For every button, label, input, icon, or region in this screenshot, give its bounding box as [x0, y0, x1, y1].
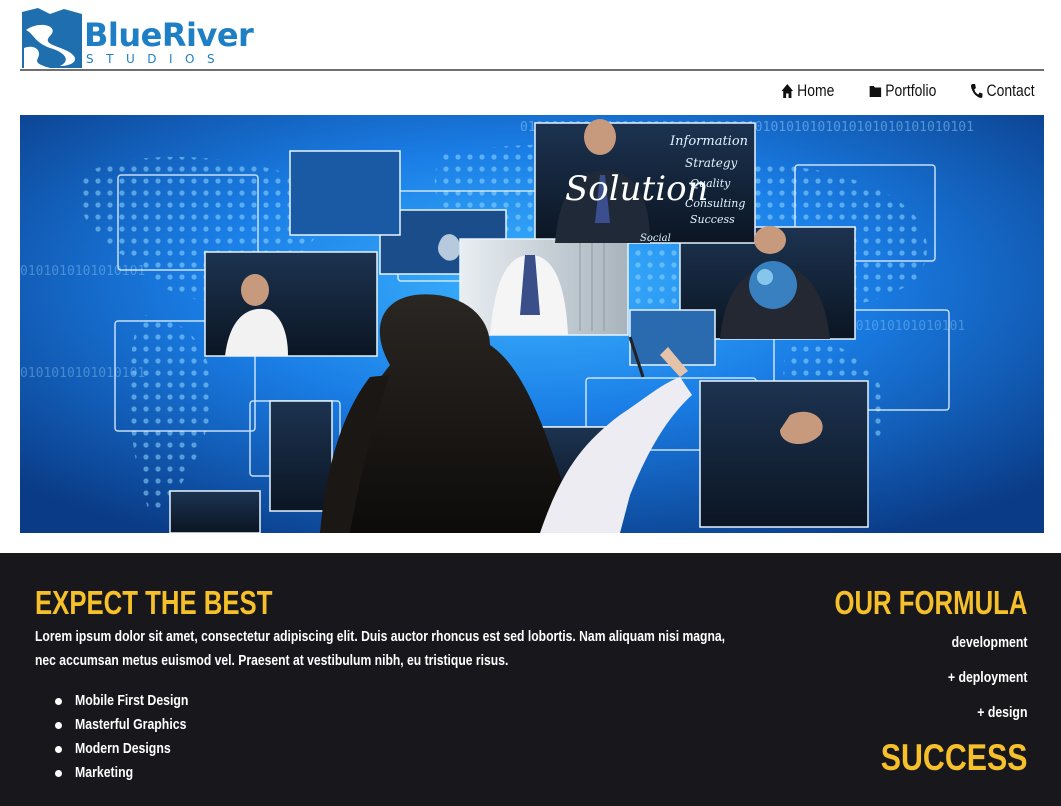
nav-home-label: Home [796, 81, 835, 100]
phone-icon [971, 84, 983, 98]
main-nav: Home Portfolio Contact [769, 81, 1035, 101]
header-divider [20, 69, 1044, 71]
formula-item: development [951, 634, 1027, 651]
svg-text:Success: Success [690, 213, 735, 226]
formula-item: + deployment [947, 669, 1027, 686]
home-icon [781, 84, 793, 98]
svg-text:Strategy: Strategy [685, 156, 738, 170]
bullet-icon [55, 698, 62, 705]
svg-text:Information: Information [669, 134, 748, 149]
expect-column: EXPECT THE BEST Lorem ipsum dolor sit am… [35, 583, 765, 785]
features-section: EXPECT THE BEST Lorem ipsum dolor sit am… [0, 553, 1061, 806]
feature-list: Mobile First Design Masterful Graphics M… [35, 689, 765, 785]
river-logo-icon [22, 8, 82, 68]
nav-contact-label: Contact [986, 81, 1035, 100]
list-item: Masterful Graphics [35, 713, 765, 737]
svg-text:0101010101010101: 0101010101010101 [20, 366, 145, 381]
formula-result: SUCCESS [880, 737, 1027, 778]
formula-column: OUR FORMULA development + deployment + d… [780, 583, 1027, 780]
formula-item: + design [976, 704, 1027, 721]
formula-list: development + deployment + design [780, 625, 1027, 730]
brand-subtitle: STUDIOS [86, 52, 228, 66]
expect-paragraph: Lorem ipsum dolor sit amet, consectetur … [35, 628, 726, 669]
bullet-icon [55, 770, 62, 777]
svg-text:Quality: Quality [690, 177, 731, 190]
svg-text:0101010101010101: 0101010101010101 [20, 264, 145, 279]
list-item: Modern Designs [35, 737, 765, 761]
hero-image: 0101010101010101 0101010101010101 01010101… [20, 115, 1044, 533]
svg-text:Consulting: Consulting [685, 197, 745, 210]
list-item: Mobile First Design [35, 689, 765, 713]
nav-home[interactable]: Home [780, 81, 834, 101]
svg-text:Social: Social [640, 233, 671, 244]
svg-text:0101010101010101: 0101010101010101 [840, 319, 965, 334]
list-item: Marketing [35, 761, 765, 785]
folder-icon [869, 86, 882, 97]
nav-portfolio[interactable]: Portfolio [869, 81, 937, 101]
formula-heading: OUR FORMULA [833, 584, 1027, 621]
bullet-icon [55, 722, 62, 729]
site-logo[interactable]: BlueRiver STUDIOS [20, 6, 260, 70]
nav-contact[interactable]: Contact [971, 81, 1035, 101]
nav-portfolio-label: Portfolio [885, 81, 937, 100]
expect-heading: EXPECT THE BEST [35, 584, 273, 621]
bullet-icon [55, 746, 62, 753]
brand-name: BlueRiver [84, 16, 254, 54]
